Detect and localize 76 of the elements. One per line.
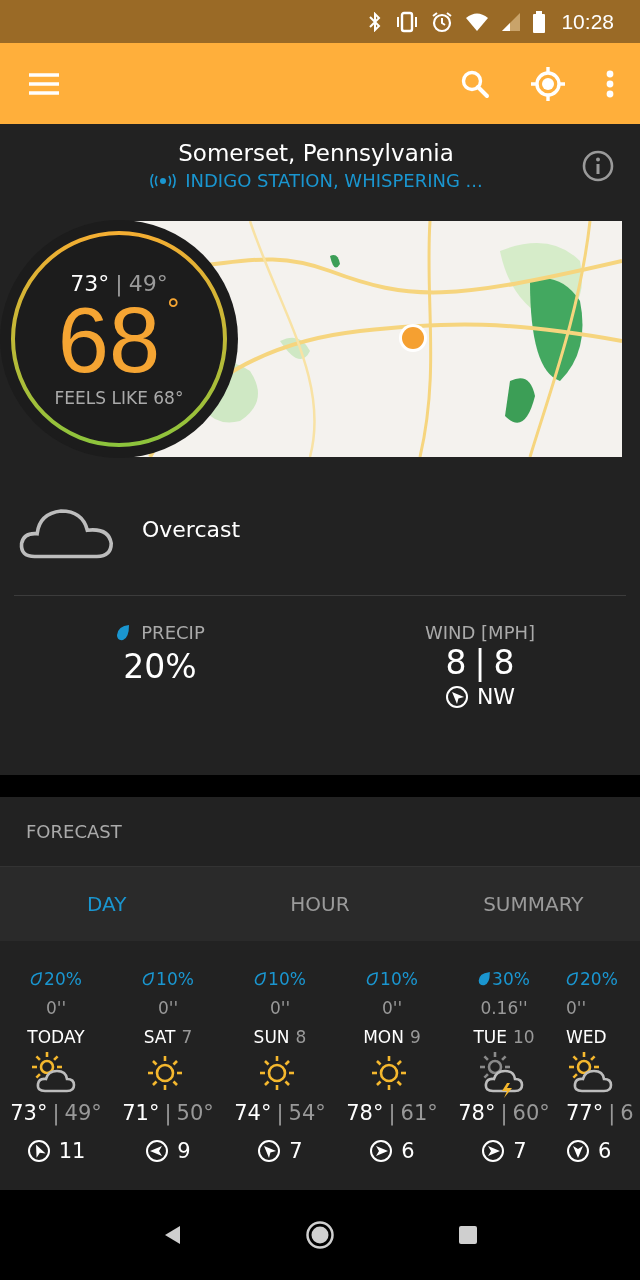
precip-amount: 0'': [157, 998, 179, 1018]
wind-gust: 8: [493, 643, 515, 682]
wind-speed: 9: [177, 1139, 191, 1163]
low-temperature: 49°: [64, 1101, 102, 1125]
precip-value: 20%: [123, 647, 197, 686]
separator: |: [388, 1101, 396, 1125]
high-temperature: 77°: [566, 1101, 604, 1125]
precip-chance: 10%: [268, 969, 306, 989]
low-temperature: 49°: [128, 270, 168, 296]
low-temperature: 54°: [288, 1101, 326, 1125]
wifi-icon: [465, 11, 490, 32]
day-date: 10: [512, 1027, 535, 1047]
precip-amount: 0'': [381, 998, 403, 1018]
separator: |: [474, 643, 486, 682]
condition-text: Overcast: [142, 516, 241, 542]
precip-label: PRECIP: [141, 622, 205, 643]
day-name: TODAY: [27, 1027, 85, 1047]
alarm-icon: [431, 10, 454, 33]
high-temperature: 71°: [122, 1101, 160, 1125]
separator: |: [276, 1101, 284, 1125]
status-time: 10:28: [561, 9, 614, 34]
low-temperature: 61°: [400, 1101, 438, 1125]
wind-speed: 7: [289, 1139, 303, 1163]
precip-amount: 0'': [566, 998, 587, 1018]
precip-chance: 30%: [492, 969, 530, 989]
day-date: 9: [409, 1027, 421, 1047]
precip-amount: 0.16'': [480, 998, 528, 1018]
degree-mark: °: [166, 295, 181, 324]
wind-speed: 6: [598, 1139, 612, 1163]
wind-speed: 8: [445, 643, 467, 682]
feels-like-text: FEELS LIKE 68°: [54, 387, 184, 408]
broadcast-icon: [149, 173, 178, 188]
precip-chance: 10%: [156, 969, 194, 989]
day-name: WED: [566, 1027, 607, 1047]
info-icon[interactable]: [582, 149, 614, 182]
day-date: 7: [181, 1027, 193, 1047]
tab[interactable]: SUMMARY: [426, 867, 640, 941]
wind-speed: 11: [58, 1139, 86, 1163]
separator: |: [608, 1101, 616, 1125]
tab[interactable]: HOUR: [213, 867, 427, 941]
raindrop-icon: [115, 623, 132, 642]
section-title: FORECAST: [25, 820, 123, 844]
battery-icon: [533, 10, 546, 33]
high-temperature: 74°: [234, 1101, 272, 1125]
day-date: 8: [295, 1027, 307, 1047]
day-name: TUE: [473, 1027, 507, 1047]
low-temperature: 60°: [512, 1101, 550, 1125]
separator: |: [52, 1101, 60, 1125]
wind-speed: 7: [513, 1139, 527, 1163]
wind-speed: 6: [401, 1139, 415, 1163]
wind-direction: NW: [476, 684, 516, 709]
location-title: Somerset, Pennsylvania: [178, 140, 454, 166]
tab[interactable]: DAY: [0, 867, 214, 941]
precip-chance: 10%: [380, 969, 418, 989]
low-temperature: 6: [620, 1101, 634, 1125]
precip-chance: 20%: [580, 969, 618, 989]
signal-icon: [501, 11, 522, 32]
high-temperature: 73°: [10, 1101, 48, 1125]
separator: |: [164, 1101, 172, 1125]
wind-label: WIND [MPH]: [424, 622, 536, 643]
recent-apps-icon[interactable]: [458, 1225, 479, 1245]
low-temperature: 50°: [176, 1101, 214, 1125]
station-link[interactable]: INDIGO STATION, WHISPERING ...: [185, 170, 483, 191]
high-temperature: 73°: [70, 270, 110, 296]
day-name: MON: [363, 1027, 404, 1047]
day-name: SUN: [253, 1027, 290, 1047]
separator: |: [500, 1101, 508, 1125]
precip-amount: 0'': [269, 998, 291, 1018]
high-temperature: 78°: [346, 1101, 384, 1125]
precip-amount: 0'': [45, 998, 67, 1018]
separator: |: [115, 270, 123, 296]
precip-chance: 20%: [44, 969, 82, 989]
high-temperature: 78°: [458, 1101, 496, 1125]
day-name: SAT: [143, 1027, 176, 1047]
home-icon[interactable]: [305, 1220, 335, 1250]
vibrate-icon: [395, 10, 420, 33]
